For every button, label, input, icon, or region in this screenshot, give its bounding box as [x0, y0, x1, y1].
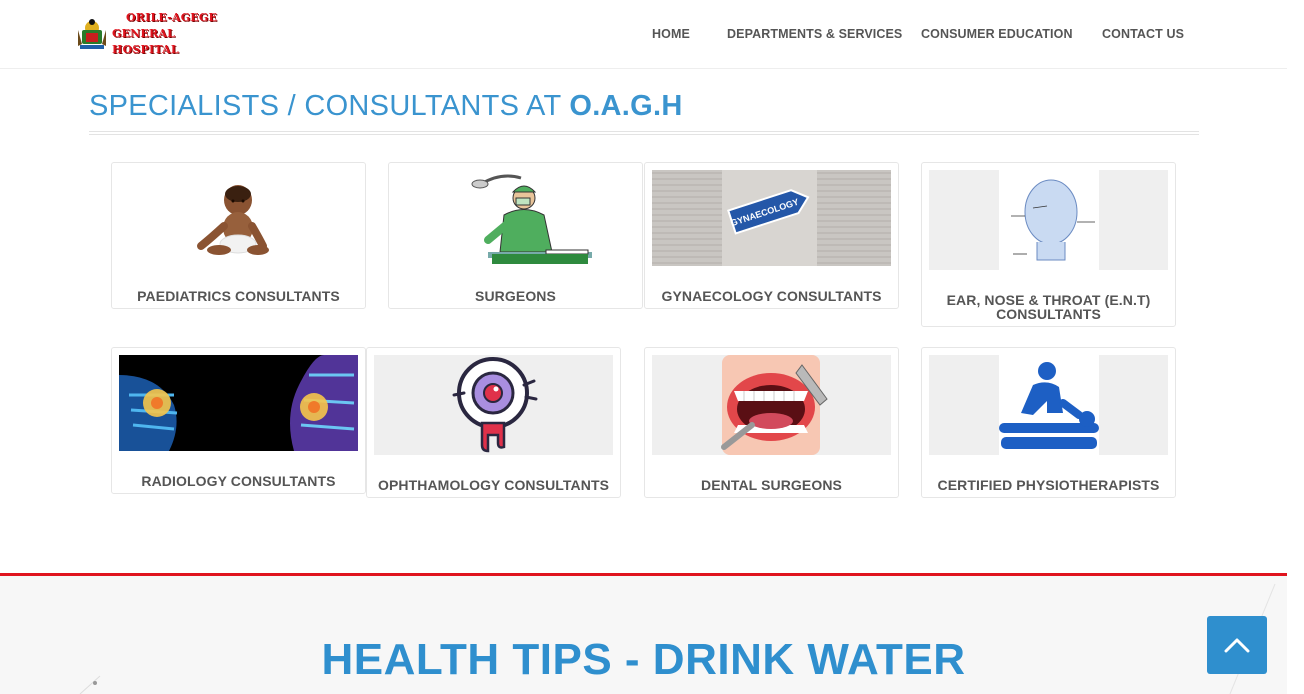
card-surgeons[interactable]: SURGEONS [388, 162, 643, 309]
card-label: GYNAECOLOGY CONSULTANTS [661, 288, 882, 304]
section-title-prefix: SPECIALISTS / CONSULTANTS AT [89, 90, 570, 122]
card-label: SURGEONS [475, 288, 556, 304]
tooth-icon [652, 355, 891, 455]
card-label: OPHTHAMOLOGY CONSULTANTS [377, 477, 610, 493]
nav-consumer-education[interactable]: CONSUMER EDUCATION [921, 27, 1073, 41]
card-label: EAR, NOSE & THROAT (E.N.T) CONSULTANTS [946, 292, 1151, 322]
card-label: CERTIFIED PHYSIOTHERAPISTS [937, 477, 1160, 493]
card-paediatrics[interactable]: PAEDIATRICS CONSULTANTS [111, 162, 366, 309]
head-anatomy-icon [929, 170, 1168, 270]
nav-home[interactable]: HOME [652, 27, 690, 41]
surgeon-icon [396, 170, 635, 266]
card-dental[interactable]: DENTAL SURGEONS [644, 347, 899, 498]
nav-departments-services[interactable]: DEPARTMENTS & SERVICES [727, 27, 902, 41]
nav-contact-us[interactable]: CONTACT US [1102, 27, 1184, 41]
card-label: DENTAL SURGEONS [701, 477, 842, 493]
xray-icon [119, 355, 358, 451]
card-label: PAEDIATRICS CONSULTANTS [137, 288, 340, 304]
scroll-to-top-button[interactable] [1207, 616, 1267, 674]
scrollbar[interactable] [1287, 0, 1304, 694]
physiotherapy-icon [929, 355, 1168, 455]
logo-line1: ORILE-AGEGE [126, 11, 218, 24]
site-header: ORILE-AGEGE GENERAL HOSPITAL HOME DEPART… [0, 0, 1287, 69]
main-nav: HOME DEPARTMENTS & SERVICES CONSUMER EDU… [0, 27, 1287, 45]
gynaecology-sign-icon: GYNAECOLOGY [652, 170, 891, 266]
page: ORILE-AGEGE GENERAL HOSPITAL HOME DEPART… [0, 0, 1304, 694]
card-radiology[interactable]: RADIOLOGY CONSULTANTS [111, 347, 366, 494]
health-tips-heading: HEALTH TIPS - DRINK WATER [321, 635, 966, 684]
card-gynaecology[interactable]: GYNAECOLOGY GYNAECOLOGY CONSULTANTS [644, 162, 899, 309]
baby-icon [119, 170, 358, 266]
card-ent[interactable]: EAR, NOSE & THROAT (E.N.T) CONSULTANTS [921, 162, 1176, 327]
card-physiotherapists[interactable]: CERTIFIED PHYSIOTHERAPISTS [921, 347, 1176, 498]
title-divider [89, 131, 1199, 135]
section-title-bold: O.A.G.H [569, 90, 683, 122]
chevron-up-icon [1224, 638, 1250, 653]
card-ophthamology[interactable]: OPHTHAMOLOGY CONSULTANTS [366, 347, 621, 498]
eye-icon [374, 355, 613, 455]
section-title: SPECIALISTS / CONSULTANTS AT O.A.G.H [89, 90, 683, 123]
card-label: RADIOLOGY CONSULTANTS [141, 473, 336, 489]
